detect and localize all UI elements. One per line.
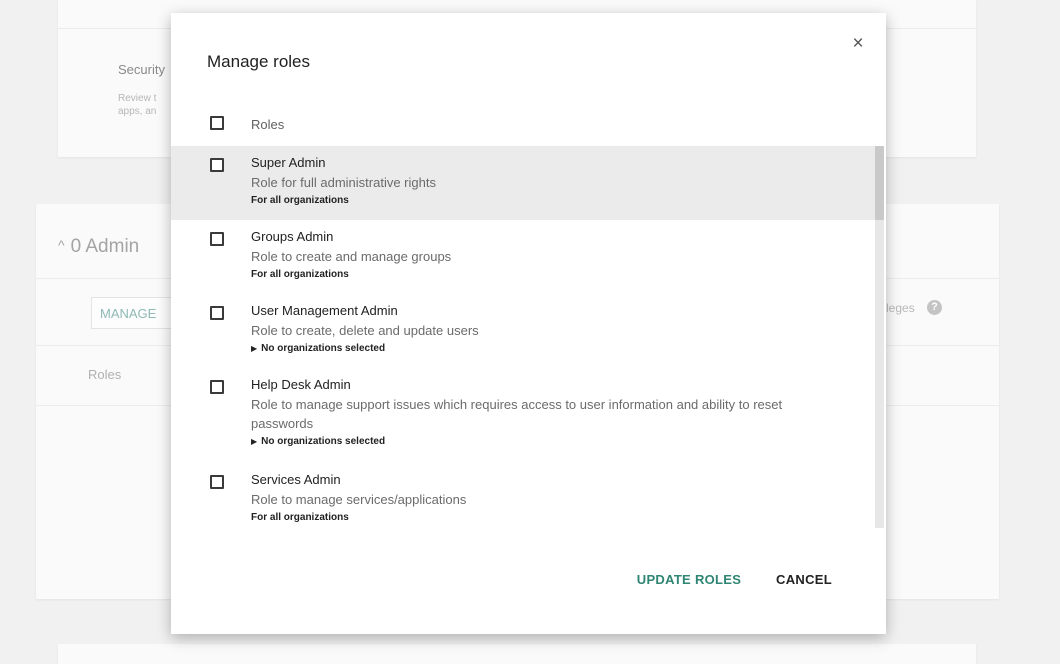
security-description: Review t apps, an: [118, 92, 178, 118]
security-desc-line: apps, an: [118, 106, 157, 117]
scrollbar-thumb[interactable]: [875, 146, 884, 220]
admins-heading-text: 0 Admin: [70, 236, 140, 257]
help-icon[interactable]: ?: [927, 300, 942, 315]
role-name: User Management Admin: [251, 303, 398, 318]
cancel-button[interactable]: CANCEL: [769, 568, 839, 592]
select-all-checkbox[interactable]: [210, 116, 224, 130]
role-scope-toggle[interactable]: ▶ No organizations selected: [251, 343, 875, 354]
role-description: Role to manage support issues which requ…: [251, 397, 783, 431]
caret-right-icon: ▶: [251, 344, 258, 353]
role-checkbox[interactable]: [210, 306, 224, 320]
security-desc-line: Review t: [118, 93, 157, 104]
chevron-up-icon: ^: [58, 237, 65, 253]
privileges-label: leges: [886, 301, 915, 315]
dialog-title: Manage roles: [207, 52, 311, 71]
role-scope-text: No organizations selected: [261, 343, 386, 354]
manage-roles-dialog: × Manage roles Roles Super Admin Role fo…: [171, 13, 886, 634]
role-scope: For all organizations: [251, 195, 349, 206]
role-item-groups-admin[interactable]: Groups Admin Role to create and manage g…: [171, 220, 875, 294]
role-scope: For all organizations: [251, 269, 349, 280]
role-name: Groups Admin: [251, 229, 334, 244]
role-scope-text: No organizations selected: [261, 436, 386, 447]
role-item-user-management-admin[interactable]: User Management Admin Role to create, de…: [171, 294, 875, 368]
roles-header-row: Roles: [171, 113, 875, 143]
role-scope: For all organizations: [251, 512, 349, 523]
role-item-help-desk-admin[interactable]: Help Desk Admin Role to manage support i…: [171, 368, 875, 463]
roles-header-label: Roles: [251, 117, 285, 132]
role-item-super-admin[interactable]: Super Admin Role for full administrative…: [171, 146, 875, 220]
role-description: Role to manage services/applications: [251, 492, 467, 507]
role-name: Help Desk Admin: [251, 377, 351, 392]
scrollbar-track-lower[interactable]: [875, 220, 884, 528]
role-name: Super Admin: [251, 155, 326, 170]
role-checkbox[interactable]: [210, 380, 224, 394]
role-checkbox[interactable]: [210, 232, 224, 246]
role-description: Role for full administrative rights: [251, 175, 436, 190]
manage-button[interactable]: MANAGE: [91, 297, 181, 329]
caret-right-icon: ▶: [251, 437, 258, 446]
role-name: Services Admin: [251, 472, 341, 487]
update-roles-button[interactable]: UPDATE ROLES: [626, 568, 752, 592]
admins-heading[interactable]: ^ 0 Admin: [58, 236, 139, 258]
security-title: Security: [118, 62, 165, 77]
role-checkbox[interactable]: [210, 475, 224, 489]
bottom-card: [58, 644, 976, 664]
roles-column-label: Roles: [88, 367, 122, 382]
close-icon[interactable]: ×: [846, 33, 870, 57]
role-description: Role to create, delete and update users: [251, 323, 479, 338]
role-description: Role to create and manage groups: [251, 249, 452, 264]
roles-list[interactable]: Super Admin Role for full administrative…: [171, 146, 875, 536]
role-scope-toggle[interactable]: ▶ No organizations selected: [251, 436, 875, 447]
role-item-services-admin[interactable]: Services Admin Role to manage services/a…: [171, 463, 875, 536]
role-checkbox[interactable]: [210, 158, 224, 172]
